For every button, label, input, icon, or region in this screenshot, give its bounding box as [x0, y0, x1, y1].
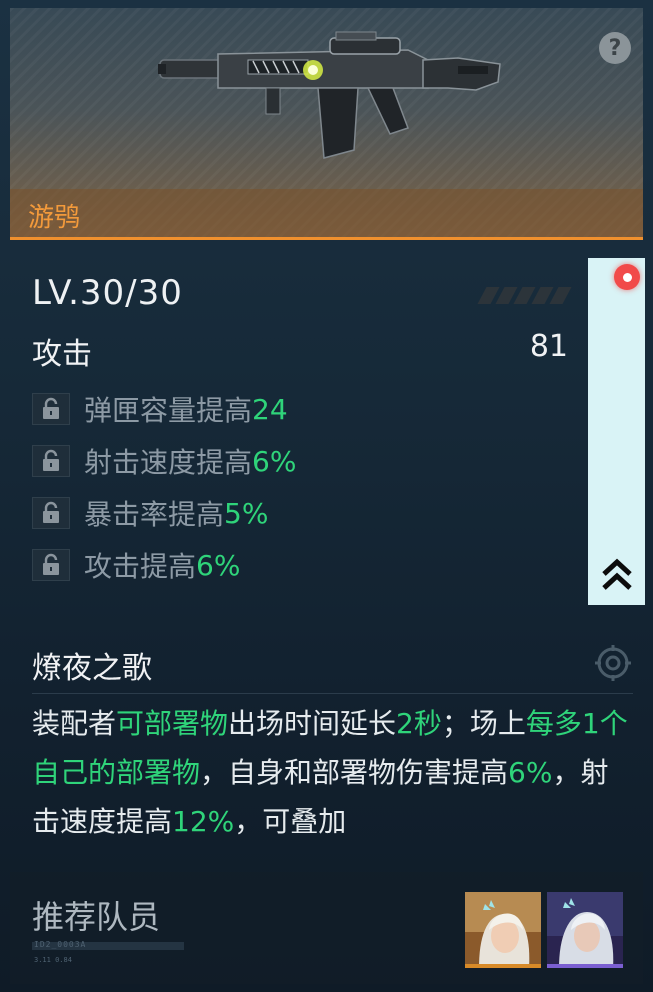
bonus-label: 暴击率提高 [84, 498, 225, 531]
skill-desc-highlight: 2秒 [396, 707, 442, 740]
bonus-value: 6% [252, 444, 297, 478]
skill-desc-highlight: 6% [508, 756, 553, 789]
bonus-row: 暴击率提高 5% [32, 493, 268, 533]
recommend-label: 推荐队员 [32, 898, 161, 936]
skill-desc-segment: 出场时间延长 [228, 707, 397, 740]
weapon-detail-panel: ? 游鸮 LV.30/30 攻击 81 弹匣容量提高24 射击速度提高6% [0, 0, 653, 992]
code-subtext: 3.11 0.84 [34, 956, 72, 964]
weapon-level: LV.30/30 [32, 273, 183, 313]
lock-icon [32, 393, 70, 425]
skill-title: 燎夜之歌 [32, 651, 152, 686]
skill-desc-segment: 装配者 [32, 707, 117, 740]
bonus-label: 攻击提高 [84, 550, 197, 583]
target-gear-icon[interactable] [593, 643, 633, 683]
weapon-card: ? 游鸮 [10, 8, 643, 240]
weapon-name: 游鸮 [28, 203, 81, 233]
divider [32, 693, 633, 694]
recommended-members: 推荐队员 ID2_0003A 3.11 0.84 [10, 872, 643, 984]
skill-desc-highlight: 12% [172, 805, 235, 838]
side-expand-tab[interactable] [588, 258, 645, 605]
bonus-label: 弹匣容量提高 [84, 394, 253, 427]
double-chevron-up-icon[interactable] [600, 556, 634, 592]
avatar[interactable] [465, 892, 541, 968]
avatar[interactable] [547, 892, 623, 968]
bonus-value: 24 [252, 392, 288, 426]
weapon-image [158, 31, 501, 159]
rank-stripes [477, 287, 572, 304]
skill-description: 装配者可部署物出场时间延长2秒；场上每多1个自己的部署物，自身和部署物伤害提高6… [32, 699, 632, 846]
attack-value: 81 [529, 329, 568, 364]
code-text: ID2_0003A [34, 940, 87, 949]
skill-desc-segment: ；场上 [441, 707, 526, 740]
bonus-label: 射击速度提高 [84, 446, 253, 479]
attack-label: 攻击 [32, 337, 92, 372]
bonus-value: 5% [224, 496, 269, 530]
bonus-row: 射击速度提高 6% [32, 441, 296, 481]
bonus-value: 6% [196, 548, 241, 582]
skill-desc-segment: ，可叠加 [234, 805, 347, 838]
skill-desc-segment: ，自身和部署物伤害提高 [200, 756, 509, 789]
question-mark-icon[interactable]: ? [599, 32, 631, 64]
lock-icon [32, 497, 70, 529]
lock-icon [32, 549, 70, 581]
lock-icon [32, 445, 70, 477]
skill-desc-highlight: 可部署物 [116, 707, 229, 740]
weapon-name-bar: 游鸮 [10, 189, 643, 237]
stats-panel: LV.30/30 攻击 81 弹匣容量提高 24 射击速度提高 6% 暴击率提高 5% [10, 255, 588, 605]
record-icon[interactable] [614, 264, 640, 290]
skill-section: 燎夜之歌 装配者可部署物出场时间延长2秒；场上每多1个自己的部署物，自身和部署物… [10, 625, 643, 850]
bonus-row: 弹匣容量提高 24 [32, 389, 288, 429]
bonus-row: 攻击提高 6% [32, 545, 240, 585]
